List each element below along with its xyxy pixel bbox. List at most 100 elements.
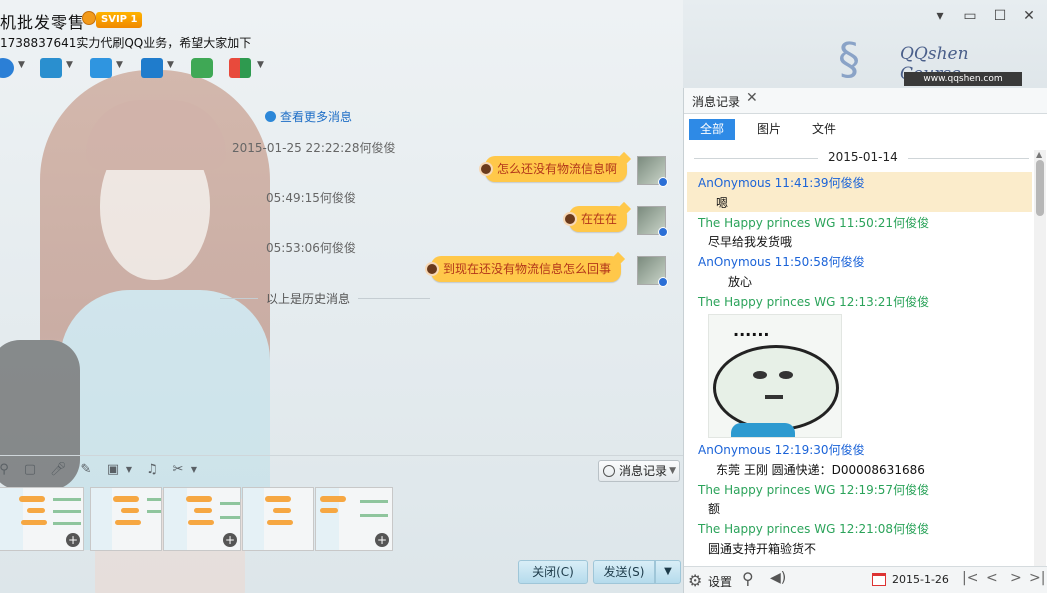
voice-icon[interactable]: 🎤︎ <box>50 462 67 478</box>
current-date[interactable]: 2015-1-26 <box>892 573 949 586</box>
clock-icon <box>603 465 615 477</box>
scissors-icon[interactable]: ✂ <box>170 462 186 478</box>
close-tab-icon[interactable]: ✕ <box>746 90 758 106</box>
calendar-icon[interactable] <box>872 573 886 586</box>
search-icon[interactable]: ⚲ <box>742 569 754 588</box>
add-chat-button[interactable] <box>191 56 217 80</box>
folder-transfer-icon <box>90 58 112 78</box>
message-timestamp: 2015-01-25 22:22:28何俊俊 <box>232 141 396 155</box>
record-header: AnOnymous 11:50:58何俊俊 <box>698 255 865 269</box>
screenshot-thumbnail[interactable] <box>242 487 314 551</box>
video-call-icon <box>0 58 14 78</box>
send-options-button[interactable]: ▼ <box>655 560 681 584</box>
chat-pane: 机批发零售 SVIP 1 1738837641实力代刷QQ业务，希望大家加下 ▼… <box>0 0 683 593</box>
record-header: AnOnymous 12:19:30何俊俊 <box>698 443 865 457</box>
history-date: 2015-01-14 <box>828 150 898 164</box>
chart-button[interactable]: ▼ <box>40 56 80 80</box>
chevron-down-icon: ▼ <box>116 60 123 70</box>
settings-label[interactable]: 设置 <box>708 573 732 590</box>
filter-files[interactable]: 文件 <box>801 119 847 140</box>
remote-desktop-icon <box>141 58 163 78</box>
prev-page-icon[interactable]: < <box>986 570 998 586</box>
title-bar: 机批发零售 SVIP 1 <box>0 6 683 34</box>
record-text: 额 <box>708 502 721 516</box>
next-page-icon[interactable]: > <box>1010 570 1022 586</box>
meme-image[interactable]: ...... <box>708 314 842 438</box>
view-more-messages-label: 查看更多消息 <box>280 110 353 124</box>
gear-icon[interactable]: ⚙ <box>688 571 702 590</box>
message-bubble[interactable]: 到现在还没有物流信息怎么回事 <box>425 251 626 282</box>
font-icon[interactable]: ⚲ <box>0 462 12 478</box>
avatar[interactable] <box>637 256 668 287</box>
remote-desktop-button[interactable]: ▼ <box>141 56 181 80</box>
message-text: 到现在还没有物流信息怎么回事 <box>443 262 612 276</box>
message-bubble[interactable]: 在在在 <box>563 201 632 232</box>
sender-mini-avatar <box>563 212 577 226</box>
meme-dots: ...... <box>733 321 770 340</box>
screenshot-thumbnail[interactable]: + <box>163 487 241 551</box>
send-button[interactable]: 发送(S) <box>593 560 655 584</box>
filter-all[interactable]: 全部 <box>689 119 736 140</box>
screenshot-thumbnail[interactable]: + <box>0 487 84 551</box>
message-timestamp: 05:49:15何俊俊 <box>266 191 356 205</box>
chevron-down-icon: ▼ <box>66 60 73 70</box>
history-scrollbar[interactable]: ▲ <box>1034 150 1046 566</box>
chart-icon <box>40 58 62 78</box>
chat-toolbar: ▼ ▼ ▼ ▼ ▼ <box>0 56 300 82</box>
music-icon[interactable]: ♫ <box>144 462 160 478</box>
contact-signature: 1738837641实力代刷QQ业务，希望大家加下 <box>0 36 252 50</box>
chevron-down-icon[interactable]: ▼ <box>186 462 202 478</box>
screenshot-thumbnail[interactable] <box>90 487 162 551</box>
menu-icon[interactable]: ▾ <box>930 6 950 26</box>
filter-images[interactable]: 图片 <box>746 119 792 140</box>
input-toolbar: ⚲ ▢ 🎤︎ ✎ ▣ ▼ ♫ ✂ ▼ 消息记录 ▼ <box>0 455 683 485</box>
record-header: The Happy princes WG 12:19:57何俊俊 <box>698 483 930 497</box>
minimize-icon[interactable]: ▭ <box>960 6 980 26</box>
status-icon <box>658 177 668 187</box>
record-header: The Happy princes WG 12:13:21何俊俊 <box>698 295 930 309</box>
view-more-messages-link[interactable]: 查看更多消息 <box>265 108 352 125</box>
record-text: 尽早给我发货哦 <box>708 235 793 249</box>
avatar[interactable] <box>637 156 668 187</box>
divider <box>358 298 430 299</box>
message-history-panel: 消息记录 ✕ 全部 图片 文件 2015-01-14 AnOnymous 11:… <box>683 88 1047 593</box>
speaker-icon[interactable]: ◀︎) <box>770 570 786 586</box>
history-record-list: AnOnymous 11:41:39何俊俊 嗯 The Happy prince… <box>684 170 1034 566</box>
first-page-icon[interactable]: |< <box>962 570 978 586</box>
history-footer: ⚙ 设置 ⚲ ◀︎) 2015-1-26 |< < > >| <box>684 566 1047 593</box>
chevron-down-icon[interactable]: ▼ <box>121 462 137 478</box>
edit-icon[interactable]: ✎ <box>78 462 94 478</box>
maximize-icon[interactable]: ☐ <box>990 6 1010 26</box>
last-page-icon[interactable]: >| <box>1029 570 1045 586</box>
close-button[interactable]: 关闭(C) <box>518 560 588 584</box>
zoom-in-icon[interactable]: + <box>375 533 389 547</box>
close-icon[interactable]: ✕ <box>1019 6 1039 26</box>
scroll-up-icon[interactable]: ▲ <box>1036 150 1042 159</box>
sender-mini-avatar <box>479 162 493 176</box>
apps-grid-icon <box>229 58 251 78</box>
chevron-down-icon: ▼ <box>18 60 25 70</box>
zoom-in-icon[interactable]: + <box>66 533 80 547</box>
message-bubble[interactable]: 怎么还没有物流信息啊 <box>479 151 632 182</box>
history-tab[interactable]: 消息记录 ✕ <box>684 88 1047 114</box>
video-call-button[interactable]: ▼ <box>0 56 28 80</box>
image-icon[interactable]: ▣ <box>105 462 121 478</box>
record-header: AnOnymous 11:41:39何俊俊 <box>698 176 865 190</box>
avatar[interactable] <box>637 206 668 237</box>
scrollbar-thumb[interactable] <box>1036 160 1044 216</box>
add-chat-icon <box>191 58 213 78</box>
record-text: 东莞 王刚 圆通快递：D00008631686 <box>716 463 925 477</box>
watermark-logo: § QQshen Course www.qqshen.com <box>838 32 1028 88</box>
screenshot-thumbnail[interactable]: + <box>315 487 393 551</box>
divider <box>220 298 258 299</box>
vip-icon <box>82 11 96 25</box>
emoji-icon[interactable]: ▢ <box>22 462 38 478</box>
zoom-in-icon[interactable]: + <box>223 533 237 547</box>
message-history-label: 消息记录 <box>619 464 668 478</box>
clock-icon <box>265 111 276 122</box>
message-history-button[interactable]: 消息记录 ▼ <box>598 460 680 482</box>
file-transfer-button[interactable]: ▼ <box>90 56 130 80</box>
divider <box>694 158 818 159</box>
apps-button[interactable]: ▼ <box>229 56 269 80</box>
status-icon <box>658 227 668 237</box>
